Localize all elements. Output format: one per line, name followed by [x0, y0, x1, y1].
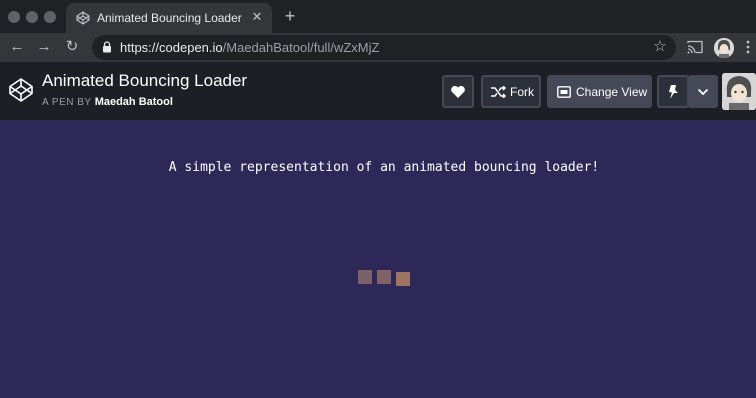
- browser-tab-strip: Animated Bouncing Loader ✕ +: [0, 0, 756, 33]
- pin-icon: [669, 85, 678, 99]
- menu-dots-icon[interactable]: [745, 39, 751, 55]
- change-view-button[interactable]: Change View: [547, 75, 652, 108]
- fork-icon: [491, 86, 506, 98]
- browser-tab[interactable]: Animated Bouncing Loader ✕: [66, 3, 272, 33]
- tab-close-icon[interactable]: ✕: [249, 9, 265, 25]
- profile-icon[interactable]: [714, 38, 734, 58]
- pen-byline: A PEN BY Maedah Batool: [42, 96, 173, 108]
- forward-button[interactable]: →: [35, 38, 53, 56]
- bouncing-loader: [358, 268, 418, 288]
- window-zoom-button[interactable]: [44, 11, 56, 23]
- fork-label: Fork: [510, 85, 534, 99]
- avatar[interactable]: [722, 73, 756, 110]
- window-minimize-button[interactable]: [26, 11, 38, 23]
- heart-button[interactable]: [442, 75, 474, 108]
- codepen-favicon-icon: [76, 11, 90, 25]
- change-view-label: Change View: [576, 85, 648, 99]
- loader-square: [396, 272, 410, 286]
- window-close-button[interactable]: [8, 11, 20, 23]
- address-bar[interactable]: https://codepen.io/MaedahBatool/full/wZx…: [92, 35, 676, 60]
- codepen-header: Animated Bouncing Loader A PEN BY Maedah…: [0, 62, 756, 120]
- byline-prefix: A PEN BY: [42, 97, 92, 108]
- back-button[interactable]: ←: [8, 38, 26, 56]
- pen-title: Animated Bouncing Loader: [42, 71, 248, 90]
- url-path: /MaedahBatool/full/wZxMjZ: [222, 40, 380, 55]
- change-view-icon: [557, 86, 571, 98]
- pen-preview: A simple representation of an animated b…: [0, 120, 756, 398]
- tab-title: Animated Bouncing Loader: [97, 11, 242, 25]
- pen-description: A simple representation of an animated b…: [168, 160, 600, 175]
- loader-square: [358, 270, 372, 284]
- fork-button[interactable]: Fork: [481, 75, 541, 108]
- new-tab-button[interactable]: +: [281, 7, 299, 25]
- chevron-down-icon: [697, 88, 709, 96]
- url-text[interactable]: https://codepen.io/MaedahBatool/full/wZx…: [120, 40, 379, 55]
- lock-icon: [103, 41, 111, 53]
- more-options-button[interactable]: [688, 75, 718, 108]
- loader-square: [377, 270, 391, 284]
- heart-icon: [451, 85, 465, 98]
- pin-button[interactable]: [657, 75, 689, 108]
- star-icon[interactable]: ☆: [652, 39, 668, 55]
- url-host: codepen.io: [159, 40, 223, 55]
- author-link[interactable]: Maedah Batool: [95, 96, 173, 108]
- browser-toolbar: ← → ↻ https://codepen.io/MaedahBatool/fu…: [0, 33, 756, 62]
- codepen-logo-icon[interactable]: [8, 77, 34, 103]
- url-scheme: https://: [120, 40, 160, 55]
- reload-button[interactable]: ↻: [63, 38, 81, 56]
- cast-icon[interactable]: [687, 40, 703, 54]
